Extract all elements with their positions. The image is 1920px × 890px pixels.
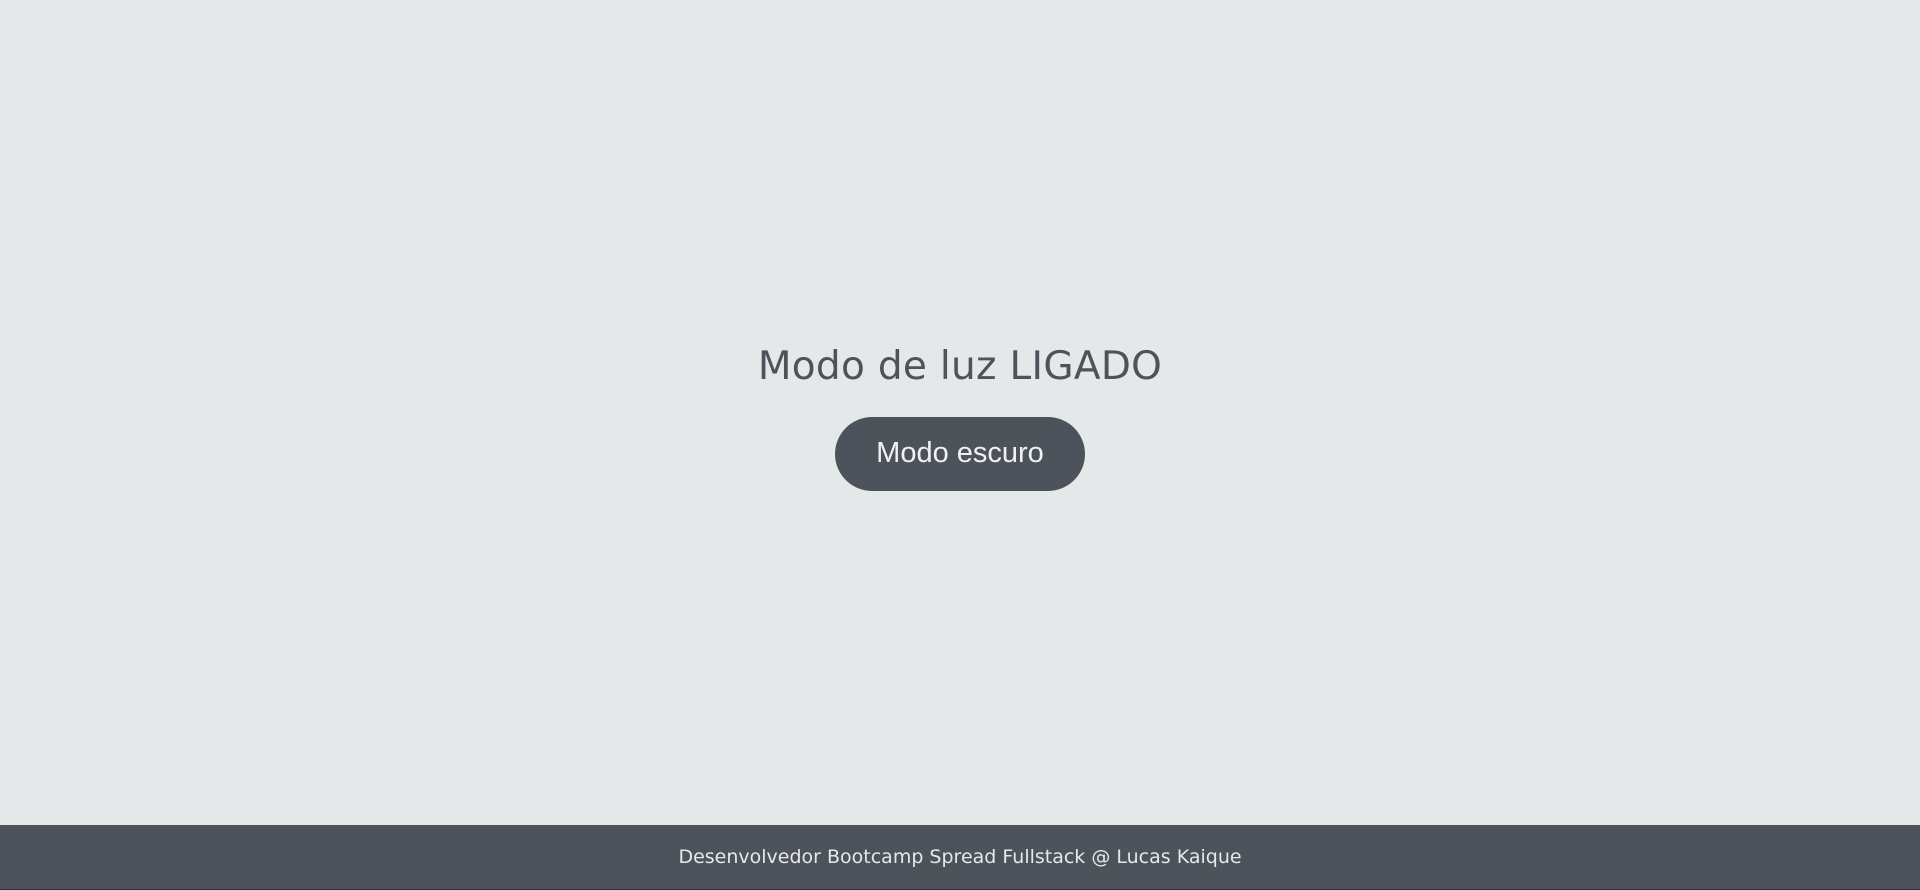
main-content: Modo de luz LIGADO Modo escuro xyxy=(0,0,1920,825)
mode-status-title: Modo de luz LIGADO xyxy=(757,344,1163,390)
footer-credit-text: Desenvolvedor Bootcamp Spread Fullstack … xyxy=(678,846,1242,868)
page: Modo de luz LIGADO Modo escuro Desenvolv… xyxy=(0,0,1920,890)
footer: Desenvolvedor Bootcamp Spread Fullstack … xyxy=(0,825,1920,890)
dark-mode-toggle-button[interactable]: Modo escuro xyxy=(835,416,1085,491)
